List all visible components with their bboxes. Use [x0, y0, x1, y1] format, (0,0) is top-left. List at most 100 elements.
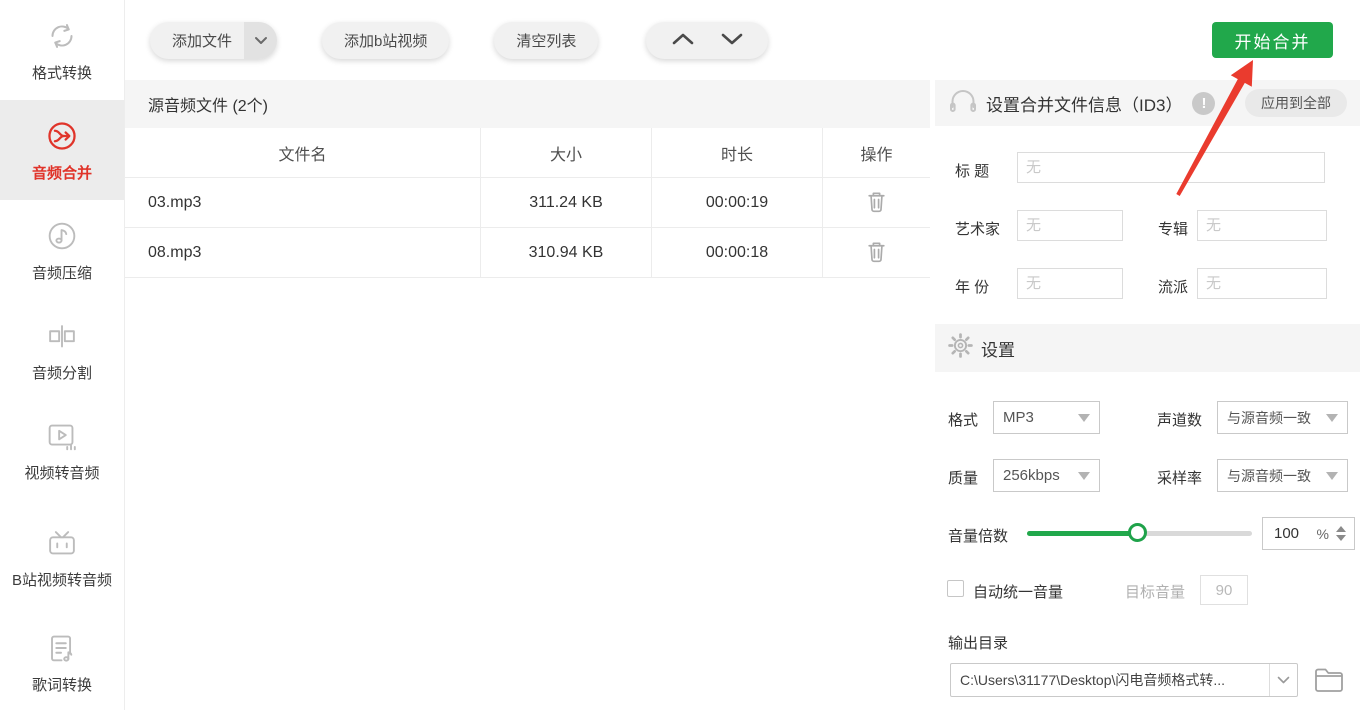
album-field-label: 专辑	[1158, 221, 1189, 238]
volume-label: 音量倍数	[948, 528, 1009, 545]
sidebar-item-label: 音频合并	[31, 164, 92, 182]
delete-file-button[interactable]	[862, 186, 891, 220]
column-header-actions: 操作	[822, 128, 930, 178]
format-dropdown[interactable]: MP3	[993, 401, 1100, 434]
sidebar-item-bilibili-to-audio[interactable]: B站视频转音频	[0, 500, 124, 615]
year-field-label: 年 份	[955, 279, 990, 296]
add-file-label[interactable]: 添加文件	[150, 22, 244, 59]
year-field[interactable]	[1017, 268, 1123, 299]
audio-split-icon	[43, 317, 81, 355]
artist-field[interactable]	[1017, 210, 1123, 241]
trash-icon	[866, 190, 887, 216]
headphones-icon	[948, 87, 978, 119]
id3-panel-title: 设置合并文件信息（ID3）	[986, 95, 1183, 115]
volume-slider-thumb[interactable]	[1128, 523, 1147, 542]
reorder-buttons	[646, 21, 769, 59]
audio-merge-app: 格式转换 音频合并 音频压缩 音频分割 视频转音频 B站视频转音频 歌词转换 添…	[0, 0, 1360, 710]
target-volume-field[interactable]: 90	[1200, 575, 1248, 605]
samplerate-dropdown[interactable]: 与源音频一致	[1217, 459, 1348, 492]
samplerate-value: 与源音频一致	[1227, 467, 1311, 484]
move-down-button[interactable]	[712, 22, 752, 59]
warning-icon[interactable]: !	[1192, 91, 1216, 115]
volume-spinner[interactable]: 100 %	[1262, 517, 1355, 550]
add-file-button[interactable]: 添加文件	[150, 21, 278, 59]
audio-merge-icon	[43, 117, 81, 155]
sidebar-item-format-convert[interactable]: 格式转换	[0, 0, 124, 100]
chevron-down-icon	[721, 32, 743, 49]
settings-panel-title: 设置	[981, 340, 1015, 360]
table-row[interactable]: 08.mp3 310.94 KB 00:00:18	[125, 228, 930, 278]
clear-list-button[interactable]: 清空列表	[494, 21, 599, 59]
artist-field-label: 艺术家	[955, 221, 1001, 238]
format-convert-icon	[43, 17, 81, 55]
start-merge-button[interactable]: 开始合并	[1212, 22, 1333, 58]
format-label: 格式	[948, 412, 979, 429]
file-table-header: 文件名 大小 时长 操作	[125, 128, 930, 178]
spinner-down-icon[interactable]	[1336, 535, 1346, 541]
file-list-pane: 源音频文件 (2个) 文件名 大小 时长 操作 03.mp3 311.24 KB…	[125, 80, 930, 710]
quality-dropdown[interactable]: 256kbps	[993, 459, 1100, 492]
caret-down-icon	[1078, 471, 1090, 480]
trash-icon	[866, 240, 887, 266]
add-bilibili-label: 添加b站视频	[344, 32, 428, 50]
caret-down-icon	[1078, 413, 1090, 422]
genre-field[interactable]	[1197, 268, 1327, 299]
sidebar-item-label: 歌词转换	[31, 677, 92, 695]
output-path-combo[interactable]: C:\Users\31177\Desktop\闪电音频格式转...	[950, 663, 1298, 697]
spinner-up-icon[interactable]	[1336, 526, 1346, 532]
sidebar-item-lyrics-convert[interactable]: 歌词转换	[0, 615, 124, 710]
volume-slider-fill	[1027, 531, 1138, 536]
target-volume-label: 目标音量	[1125, 584, 1186, 601]
album-field[interactable]	[1197, 210, 1327, 241]
sidebar-item-label: 视频转音频	[24, 464, 100, 482]
add-file-dropdown-button[interactable]	[244, 21, 278, 59]
add-bilibili-button[interactable]: 添加b站视频	[322, 21, 450, 59]
output-path-value[interactable]: C:\Users\31177\Desktop\闪电音频格式转...	[951, 664, 1269, 696]
sidebar-item-label: 音频分割	[31, 364, 92, 382]
delete-file-button[interactable]	[862, 236, 891, 270]
quality-value: 256kbps	[1003, 467, 1060, 484]
sidebar-item-video-to-audio[interactable]: 视频转音频	[0, 400, 124, 500]
sidebar-item-audio-merge[interactable]: 音频合并	[0, 100, 124, 200]
lyrics-convert-icon	[43, 629, 81, 667]
column-header-size: 大小	[480, 128, 651, 178]
toolbar: 添加文件 添加b站视频 清空列表 开始合并	[125, 0, 1360, 80]
merge-settings-pane: 设置合并文件信息（ID3） ! 应用到全部 标 题 艺术家 专辑 年 份 流派	[935, 80, 1360, 710]
id3-header-bar: 设置合并文件信息（ID3） ! 应用到全部	[935, 80, 1360, 126]
file-name: 08.mp3	[125, 228, 480, 278]
auto-volume-checkbox[interactable]	[947, 580, 964, 597]
quality-label: 质量	[948, 470, 979, 487]
file-size: 311.24 KB	[480, 178, 651, 228]
sidebar-item-audio-split[interactable]: 音频分割	[0, 300, 124, 400]
output-path-dropdown-button[interactable]	[1269, 664, 1297, 696]
table-row[interactable]: 03.mp3 311.24 KB 00:00:19	[125, 178, 930, 228]
channels-dropdown[interactable]: 与源音频一致	[1217, 401, 1348, 434]
format-value: MP3	[1003, 409, 1034, 426]
channels-value: 与源音频一致	[1227, 409, 1311, 426]
column-header-duration: 时长	[651, 128, 822, 178]
title-field-label: 标 题	[955, 163, 990, 180]
sidebar-item-label: 音频压缩	[31, 264, 92, 282]
volume-value: 100	[1274, 525, 1300, 542]
apply-to-all-button[interactable]: 应用到全部	[1245, 89, 1347, 117]
video-to-audio-icon	[43, 417, 81, 455]
sidebar-item-label: 格式转换	[31, 64, 92, 82]
file-duration: 00:00:18	[651, 228, 822, 278]
folder-icon	[1313, 665, 1345, 696]
move-up-button[interactable]	[663, 22, 703, 59]
sidebar-item-audio-compress[interactable]: 音频压缩	[0, 200, 124, 300]
bilibili-video-icon	[43, 524, 81, 562]
body: 源音频文件 (2个) 文件名 大小 时长 操作 03.mp3 311.24 KB…	[125, 80, 1360, 710]
samplerate-label: 采样率	[1157, 470, 1203, 487]
browse-folder-button[interactable]	[1312, 665, 1345, 695]
settings-header-bar: 设置	[935, 324, 1360, 372]
file-duration: 00:00:19	[651, 178, 822, 228]
clear-list-label: 清空列表	[516, 32, 577, 50]
title-field[interactable]	[1017, 152, 1325, 183]
chevron-down-icon	[1277, 671, 1290, 689]
file-size: 310.94 KB	[480, 228, 651, 278]
genre-field-label: 流派	[1158, 279, 1189, 296]
auto-volume-label: 自动统一音量	[973, 584, 1064, 601]
chevron-down-icon	[254, 32, 268, 49]
caret-down-icon	[1326, 471, 1338, 480]
